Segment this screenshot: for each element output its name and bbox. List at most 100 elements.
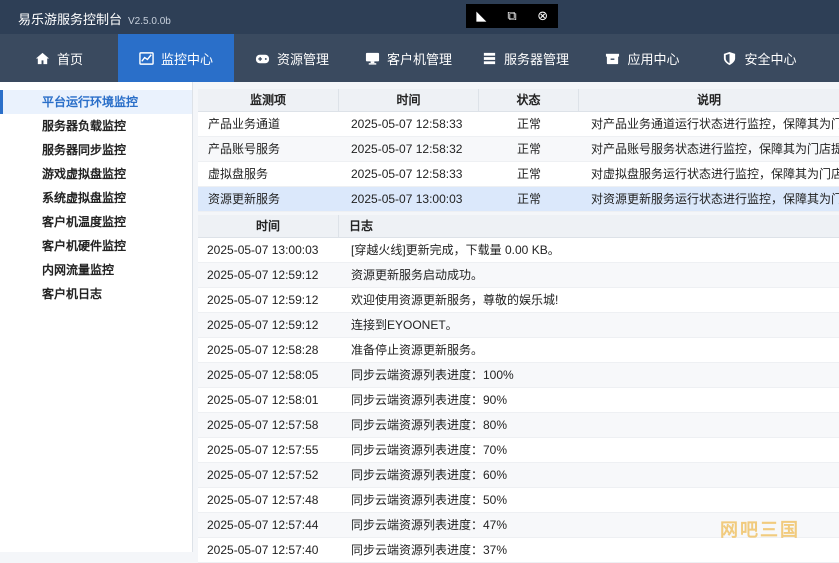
restore-icon[interactable]: ⧉ (503, 8, 521, 24)
nav-item-label: 服务器管理 (503, 51, 569, 67)
sidebar-item-8[interactable]: 客户机日志 (0, 282, 192, 306)
log-row[interactable]: 2025-05-07 12:57:55 同步云端资源列表进度：70% (198, 438, 839, 463)
window-controls: ◣ ⧉ ⊗ (466, 4, 558, 28)
nav-item-0[interactable]: 首页 (0, 34, 118, 82)
col-header[interactable]: 说明 (579, 89, 839, 111)
log-table: 时间 日志 2025-05-07 13:00:03 [穿越火线]更新完成，下载量 … (198, 215, 839, 563)
log-cell: 同步云端资源列表进度：90% (351, 393, 508, 407)
col-header[interactable]: 监测项 (198, 89, 339, 111)
table-cell: 虚拟盘服务 (208, 167, 269, 181)
close-icon[interactable]: ⊗ (534, 8, 552, 24)
log-cell: 准备停止资源更新服务。 (351, 343, 484, 357)
table-cell: 产品业务通道 (208, 117, 281, 131)
nav-item-label: 首页 (56, 51, 83, 67)
watermark-logo: 网吧三国 (720, 520, 800, 540)
log-row[interactable]: 2025-05-07 12:57:58 同步云端资源列表进度：80% (198, 413, 839, 438)
log-row[interactable]: 2025-05-07 12:58:28 准备停止资源更新服务。 (198, 338, 839, 363)
sidebar-item-7[interactable]: 内网流量监控 (0, 258, 192, 282)
table-row[interactable]: 产品账号服务 2025-05-07 12:58:32 正常 对产品账号服务状态进行监控… (198, 137, 839, 162)
table-cell: 对虚拟盘服务运行状态进行监控，保障其为门店 (591, 167, 839, 181)
nav-item-1[interactable]: 监控中心 (118, 34, 234, 82)
table-cell: 对产品业务通道运行状态进行监控，保障其为门 (591, 117, 839, 131)
nav-item-6[interactable]: 安全中心 (701, 34, 818, 82)
sidebar-item-0[interactable]: 平台运行环境监控 (0, 90, 192, 114)
table-cell: 正常 (517, 117, 542, 131)
log-row[interactable]: 2025-05-07 12:59:12 连接到EYOONET。 (198, 313, 839, 338)
table-cell: 正常 (517, 142, 542, 156)
log-cell: 2025-05-07 12:59:12 (207, 268, 319, 282)
table-row[interactable]: 资源更新服务 2025-05-07 13:00:03 正常 对资源更新服务运行状态进行… (198, 187, 839, 212)
log-cell: 同步云端资源列表进度：50% (351, 493, 508, 507)
app-version: V2.5.0.0b (128, 16, 171, 27)
nav-item-3[interactable]: 客户机管理 (350, 34, 467, 82)
log-cell: 同步云端资源列表进度：70% (351, 443, 508, 457)
log-cell: 2025-05-07 12:59:12 (207, 318, 319, 332)
log-cell: 同步云端资源列表进度：80% (351, 418, 508, 432)
nav-item-label: 监控中心 (160, 51, 213, 67)
table-cell: 2025-05-07 12:58:32 (351, 142, 463, 156)
log-row[interactable]: 2025-05-07 12:59:12 资源更新服务启动成功。 (198, 263, 839, 288)
log-cell: 2025-05-07 12:59:12 (207, 293, 319, 307)
chart-icon (139, 51, 154, 66)
shield-icon (722, 51, 737, 66)
nav-item-label: 安全中心 (744, 51, 797, 67)
pin-icon[interactable]: ◣ (472, 8, 490, 24)
table-cell: 产品账号服务 (208, 142, 281, 156)
table-cell: 2025-05-07 12:58:33 (351, 117, 463, 131)
sidebar-item-2[interactable]: 服务器同步监控 (0, 138, 192, 162)
log-cell: 2025-05-07 12:57:55 (207, 443, 319, 457)
table-row[interactable]: 产品业务通道 2025-05-07 12:58:33 正常 对产品业务通道运行状态进行… (198, 112, 839, 137)
sidebar-item-5[interactable]: 客户机温度监控 (0, 210, 192, 234)
col-header[interactable]: 时间 (339, 89, 479, 111)
log-cell: 连接到EYOONET。 (351, 318, 458, 332)
log-cell: 同步云端资源列表进度：100% (351, 368, 514, 382)
home-icon (35, 51, 50, 66)
table-row[interactable]: 虚拟盘服务 2025-05-07 12:58:33 正常 对虚拟盘服务运行状态进行监控… (198, 162, 839, 187)
log-cell: 2025-05-07 13:00:03 (207, 243, 319, 257)
log-cell: 资源更新服务启动成功。 (351, 268, 484, 282)
log-cell: 2025-05-07 12:58:01 (207, 393, 319, 407)
server-icon (482, 51, 497, 66)
table-cell: 2025-05-07 13:00:03 (351, 192, 463, 206)
log-cell: 2025-05-07 12:57:48 (207, 493, 319, 507)
log-cell: 2025-05-07 12:57:52 (207, 468, 319, 482)
table-cell: 2025-05-07 12:58:33 (351, 167, 463, 181)
app-title: 易乐游服务控制台 V2.5.0.0b (18, 12, 171, 27)
nav-item-label: 应用中心 (627, 51, 680, 67)
log-row[interactable]: 2025-05-07 12:57:52 同步云端资源列表进度：60% (198, 463, 839, 488)
nav-item-5[interactable]: 应用中心 (584, 34, 701, 82)
monitor-icon (365, 51, 380, 66)
log-cell: 2025-05-07 12:58:28 (207, 343, 319, 357)
log-row[interactable]: 2025-05-07 12:57:48 同步云端资源列表进度：50% (198, 488, 839, 513)
col-header[interactable]: 状态 (479, 89, 579, 111)
nav-item-4[interactable]: 服务器管理 (467, 34, 584, 82)
sidebar-item-1[interactable]: 服务器负载监控 (0, 114, 192, 138)
log-row[interactable]: 2025-05-07 12:59:12 欢迎使用资源更新服务，尊敬的娱乐城! (198, 288, 839, 313)
log-cell: 2025-05-07 12:57:40 (207, 543, 319, 557)
log-row[interactable]: 2025-05-07 13:00:03 [穿越火线]更新完成，下载量 0.00 K… (198, 238, 839, 263)
log-table-header: 时间 日志 (198, 215, 839, 238)
main-nav: 首页 监控中心 资源管理 客户机管理 服务器管理 应用中心 安全中心 (0, 34, 839, 82)
sidebar-item-6[interactable]: 客户机硬件监控 (0, 234, 192, 258)
table-cell: 资源更新服务 (208, 192, 281, 206)
nav-item-label: 客户机管理 (386, 51, 452, 67)
log-row[interactable]: 2025-05-07 12:58:05 同步云端资源列表进度：100% (198, 363, 839, 388)
col-header[interactable]: 时间 (198, 215, 339, 237)
log-row[interactable]: 2025-05-07 12:58:01 同步云端资源列表进度：90% (198, 388, 839, 413)
log-cell: 2025-05-07 12:57:44 (207, 518, 319, 532)
col-header[interactable]: 日志 (339, 215, 839, 237)
log-cell: 同步云端资源列表进度：60% (351, 468, 508, 482)
gamepad-icon (255, 51, 270, 66)
nav-item-label: 资源管理 (276, 51, 329, 67)
log-cell: 2025-05-07 12:58:05 (207, 368, 319, 382)
nav-item-2[interactable]: 资源管理 (234, 34, 350, 82)
package-icon (605, 51, 620, 66)
table-cell: 正常 (517, 167, 542, 181)
monitor-table-header: 监测项 时间 状态 说明 (198, 89, 839, 112)
table-cell: 对产品账号服务状态进行监控，保障其为门店提 (591, 142, 839, 156)
table-cell: 正常 (517, 192, 542, 206)
title-bar: 易乐游服务控制台 V2.5.0.0b ◣ ⧉ ⊗ (0, 0, 839, 34)
sidebar-item-4[interactable]: 系统虚拟盘监控 (0, 186, 192, 210)
sidebar-item-3[interactable]: 游戏虚拟盘监控 (0, 162, 192, 186)
log-cell: 2025-05-07 12:57:58 (207, 418, 319, 432)
